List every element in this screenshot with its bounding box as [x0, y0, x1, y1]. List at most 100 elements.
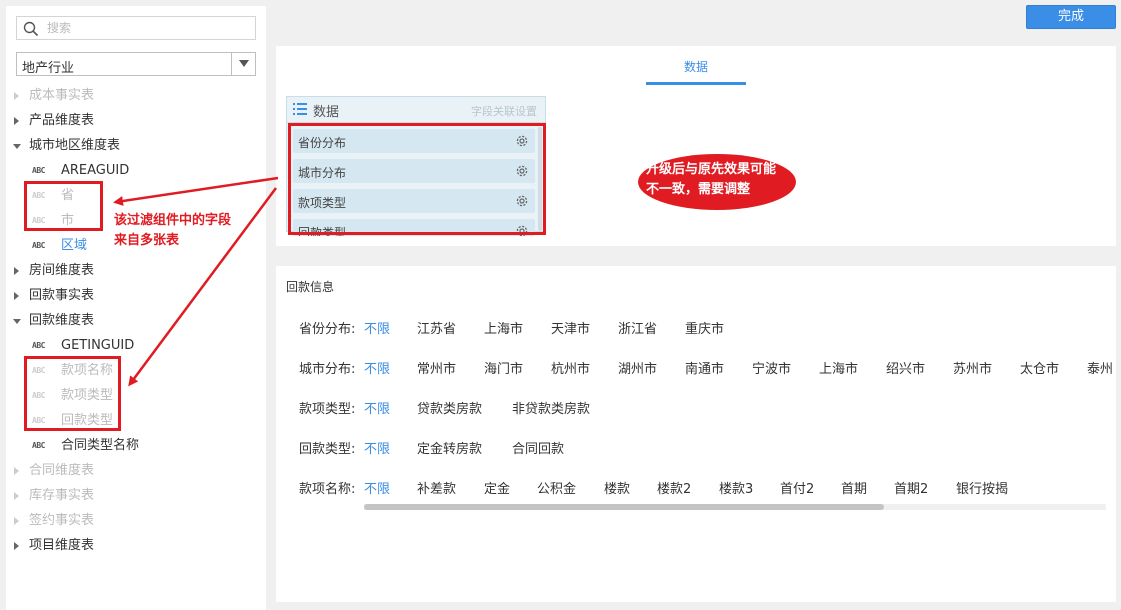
filter-option[interactable]: 重庆市: [685, 318, 724, 337]
filter-option-unlimited[interactable]: 不限: [364, 358, 390, 377]
done-button[interactable]: 完成: [1026, 5, 1116, 29]
filter-option[interactable]: 杭州市: [551, 358, 590, 377]
tree-field-item[interactable]: ABC 合同类型名称: [6, 433, 266, 458]
filter-row-label: 省份分布:: [299, 322, 356, 337]
filter-option-unlimited[interactable]: 不限: [364, 398, 390, 417]
caret-right-icon[interactable]: [14, 467, 19, 475]
package-select[interactable]: 地产行业: [16, 52, 256, 76]
filter-option[interactable]: 定金: [484, 478, 510, 497]
tree-item-label: 库存事实表: [29, 488, 95, 503]
filter-option[interactable]: 贷款类房款: [417, 398, 482, 417]
filter-option[interactable]: 楼款: [604, 478, 630, 497]
tree-item-label: 产品维度表: [29, 113, 95, 128]
horizontal-scrollbar-thumb[interactable]: [364, 504, 884, 510]
data-field-box-title: 数据: [313, 105, 340, 120]
tab-active-indicator: [646, 82, 746, 85]
tree-item-label: 合同维度表: [29, 463, 95, 478]
filter-row-label: 城市分布:: [299, 362, 356, 377]
filter-row-label: 回款类型:: [299, 442, 356, 457]
caret-right-icon[interactable]: [14, 267, 19, 275]
filter-option[interactable]: 首付2: [780, 478, 814, 497]
data-config-panel: 数据 数据 字段关联设置 省份分布 城市分布 款项类型 回款类型 升级后与原先效果可能…: [276, 46, 1116, 246]
annotation-bubble: 升级后与原先效果可能 不一致，需要调整: [638, 154, 796, 210]
filter-option[interactable]: 楼款3: [719, 478, 753, 497]
tree-item-label: 回款事实表: [29, 288, 95, 303]
filter-option-unlimited[interactable]: 不限: [364, 438, 390, 457]
tree-field-item[interactable]: ABC AREAGUID: [6, 158, 266, 183]
filter-option[interactable]: 海门市: [484, 358, 523, 377]
tree-table-item[interactable]: 成本事实表: [6, 83, 266, 108]
filter-option[interactable]: 上海市: [484, 318, 523, 337]
list-icon: [293, 103, 307, 115]
filter-option[interactable]: 公积金: [537, 478, 576, 497]
text-field-type-icon: ABC: [32, 441, 45, 450]
caret-down-icon[interactable]: [13, 319, 21, 324]
filter-option-unlimited[interactable]: 不限: [364, 318, 390, 337]
filter-option[interactable]: 泰州: [1087, 358, 1113, 377]
filter-option[interactable]: 首期: [841, 478, 867, 497]
tree-item-label: 城市地区维度表: [29, 138, 121, 153]
tab-data[interactable]: 数据: [646, 58, 746, 75]
tree-table-item[interactable]: 产品维度表: [6, 108, 266, 133]
tree-item-label: 项目维度表: [29, 538, 95, 553]
annotation-bubble-line1: 升级后与原先效果可能: [646, 162, 777, 177]
filter-option[interactable]: 浙江省: [618, 318, 657, 337]
filter-option[interactable]: 湖州市: [618, 358, 657, 377]
text-field-type-icon: ABC: [32, 341, 45, 350]
filter-option[interactable]: 定金转房款: [417, 438, 482, 457]
filter-option[interactable]: 上海市: [819, 358, 858, 377]
annotation-highlight-province-city: [24, 181, 103, 231]
filter-option[interactable]: 宁波市: [752, 358, 791, 377]
tree-item-label: 成本事实表: [29, 88, 95, 103]
tree-table-item[interactable]: 回款事实表: [6, 283, 266, 308]
caret-right-icon[interactable]: [14, 542, 19, 550]
tree-item-label: 房间维度表: [29, 263, 95, 278]
field-relation-settings-link[interactable]: 字段关联设置: [471, 103, 537, 119]
table-tree: 成本事实表 产品维度表 城市地区维度表 ABC AREAGUID ABC 省 ABC 市 ABC 区…: [6, 83, 266, 558]
tree-item-label: GETINGUID: [61, 338, 135, 353]
tree-table-item[interactable]: 回款维度表: [6, 308, 266, 333]
filter-option[interactable]: 常州市: [417, 358, 456, 377]
filter-option[interactable]: 绍兴市: [886, 358, 925, 377]
caret-down-icon: [239, 60, 249, 67]
filter-option[interactable]: 银行按揭: [956, 478, 1008, 497]
tree-table-item[interactable]: 房间维度表: [6, 258, 266, 283]
search-input[interactable]: [47, 19, 247, 37]
tree-table-item[interactable]: 合同维度表: [6, 458, 266, 483]
caret-right-icon[interactable]: [14, 92, 19, 100]
tree-field-item[interactable]: ABC GETINGUID: [6, 333, 266, 358]
data-field-box-header: 数据 字段关联设置: [287, 97, 545, 123]
caret-right-icon[interactable]: [14, 517, 19, 525]
filter-row: 省份分布: 不限 江苏省 上海市 天津市 浙江省 重庆市: [276, 316, 1116, 340]
caret-right-icon[interactable]: [14, 292, 19, 300]
caret-right-icon[interactable]: [14, 117, 19, 125]
filter-option[interactable]: 合同回款: [512, 438, 564, 457]
package-select-toggle[interactable]: [231, 53, 255, 75]
filter-option[interactable]: 非贷款类房款: [512, 398, 590, 417]
filter-option[interactable]: 楼款2: [657, 478, 691, 497]
filter-option[interactable]: 天津市: [551, 318, 590, 337]
filter-option[interactable]: 江苏省: [417, 318, 456, 337]
annotation-highlight-payment-fields: [24, 356, 121, 431]
filter-option[interactable]: 南通市: [685, 358, 724, 377]
tree-table-item[interactable]: 城市地区维度表: [6, 133, 266, 158]
search-box[interactable]: [16, 16, 256, 40]
tree-table-item[interactable]: 库存事实表: [6, 483, 266, 508]
filter-option[interactable]: 苏州市: [953, 358, 992, 377]
filter-option[interactable]: 补差款: [417, 478, 456, 497]
filter-option-unlimited[interactable]: 不限: [364, 478, 390, 497]
annotation-note: 该过滤组件中的字段 来自多张表: [114, 211, 231, 251]
tree-table-item[interactable]: 签约事实表: [6, 508, 266, 533]
filter-row: 回款类型: 不限 定金转房款 合同回款: [276, 436, 1116, 460]
tree-table-item[interactable]: 项目维度表: [6, 533, 266, 558]
tree-item-label: 区域: [61, 238, 88, 253]
annotation-note-line1: 该过滤组件中的字段: [114, 213, 232, 228]
annotation-bubble-line2: 不一致，需要调整: [646, 182, 751, 197]
filter-option[interactable]: 太仓市: [1020, 358, 1059, 377]
filter-row: 城市分布: 不限 常州市 海门市 杭州市 湖州市 南通市 宁波市 上海市 绍兴市 苏州市 太仓市 泰州: [276, 356, 1116, 380]
filter-option[interactable]: 首期2: [894, 478, 928, 497]
filter-row-label: 款项名称:: [299, 482, 356, 497]
caret-down-icon[interactable]: [13, 144, 21, 149]
caret-right-icon[interactable]: [14, 492, 19, 500]
filter-row: 款项类型: 不限 贷款类房款 非贷款类房款: [276, 396, 1116, 420]
